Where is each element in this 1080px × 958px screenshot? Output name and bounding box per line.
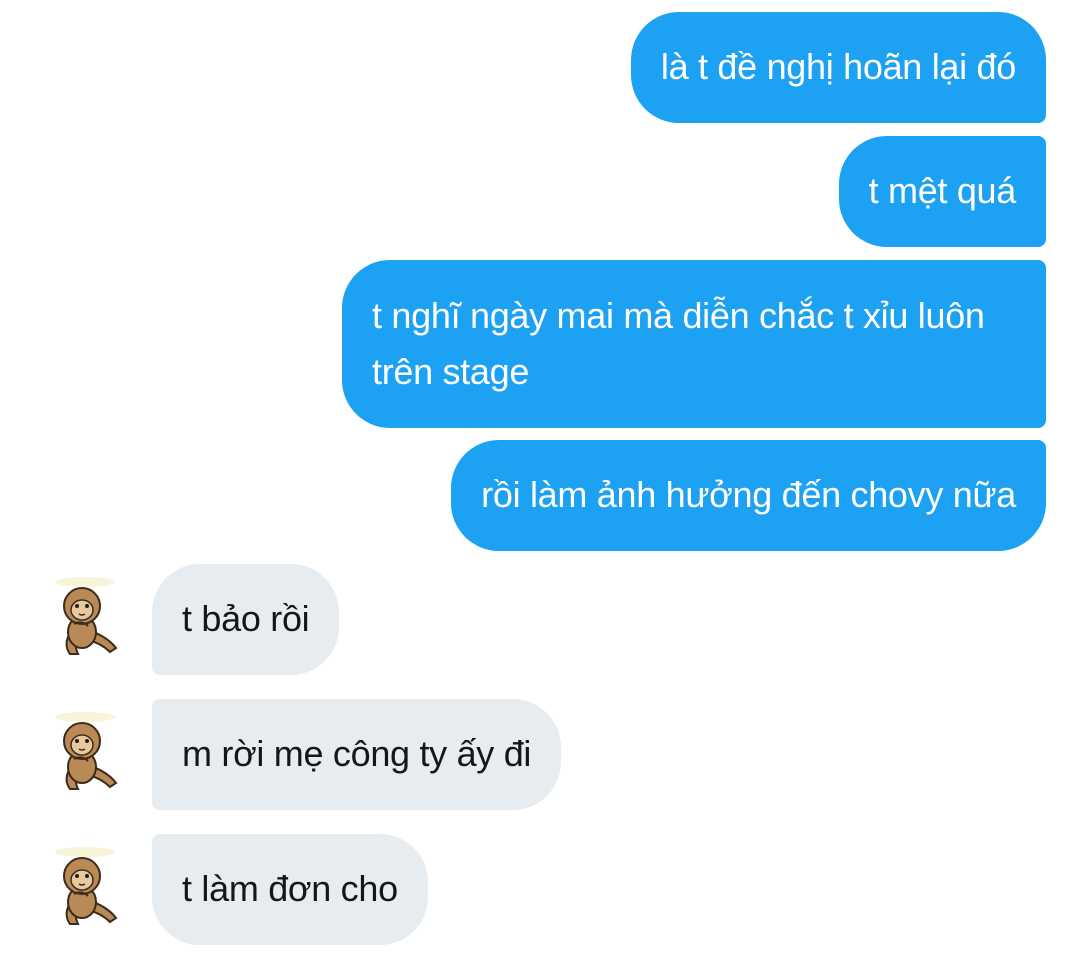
message-thread: là t đề nghị hoãn lại đó t mệt quá t ngh… [0,0,1080,958]
incoming-message-bubble[interactable]: t làm đơn cho [152,834,428,945]
outgoing-message-bubble[interactable]: t mệt quá [838,136,1046,247]
monkey-sticker-avatar-icon[interactable] [48,846,122,930]
outgoing-message-bubble[interactable]: là t đề nghị hoãn lại đó [630,12,1046,123]
incoming-message-bubble[interactable]: t bảo rồi [152,564,340,675]
monkey-sticker-avatar-icon[interactable] [48,576,122,660]
outgoing-message-bubble[interactable]: t nghĩ ngày mai mà diễn chắc t xỉu luôn … [342,260,1046,428]
monkey-sticker-avatar-icon[interactable] [48,711,122,795]
outgoing-message-bubble[interactable]: rồi làm ảnh hưởng đến chovy nữa [451,440,1046,551]
incoming-message-bubble[interactable]: m rời mẹ công ty ấy đi [152,699,562,810]
